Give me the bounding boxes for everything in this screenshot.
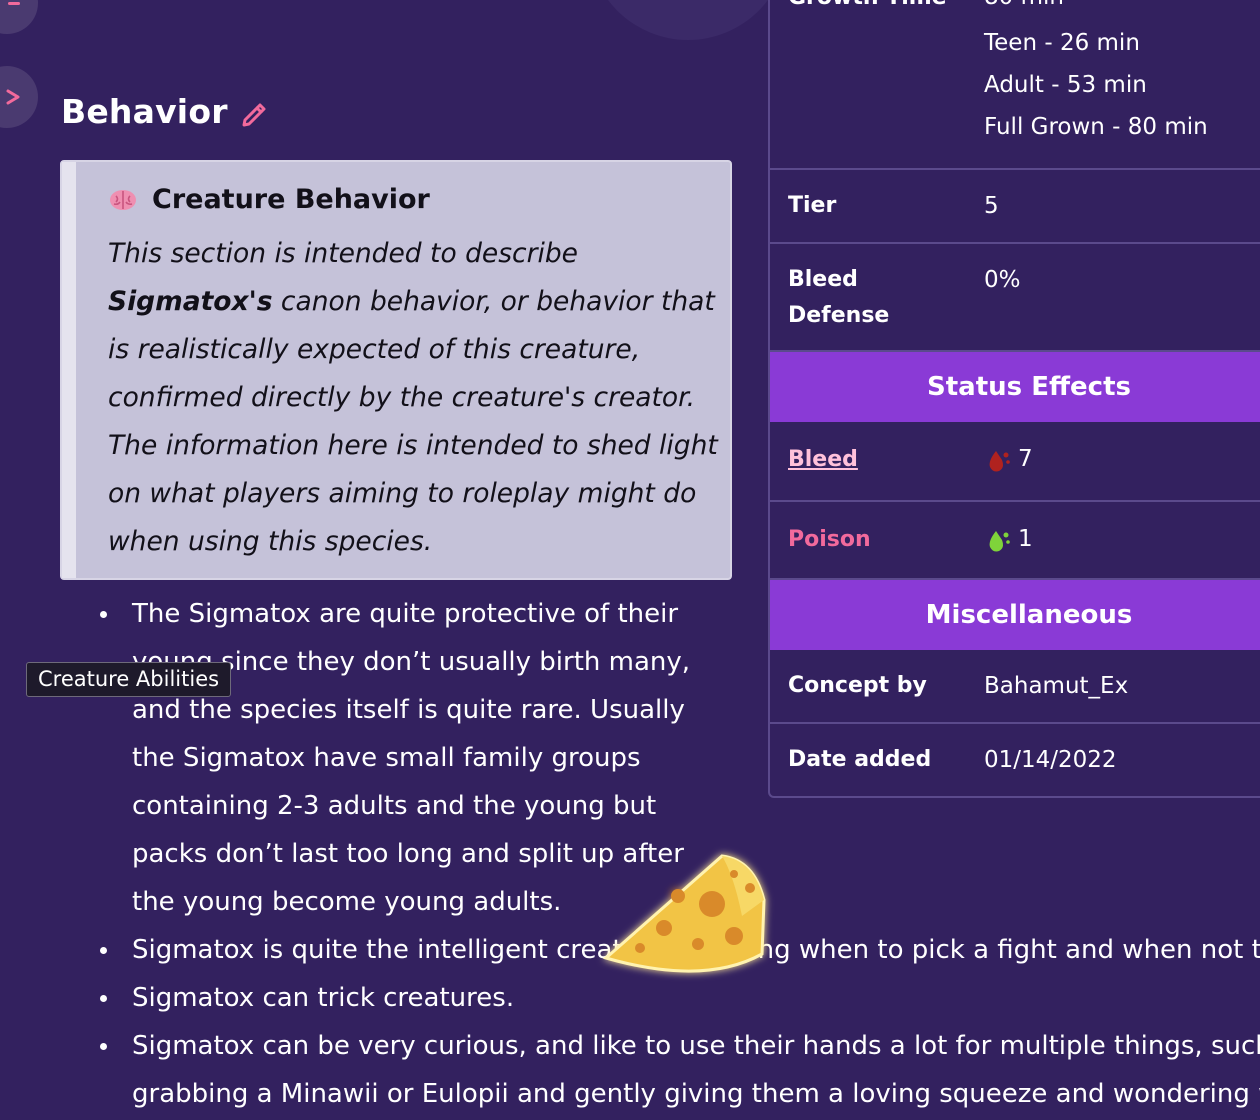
menu-icon [8,2,20,5]
status-effects-title: Status Effects [927,372,1131,402]
bleed-value: 7 [1018,446,1033,472]
infobox-row-poison: Poison 1 [770,502,1260,580]
page: Behavior Creature Behavior This section … [0,0,1260,1120]
growth-teen: Teen - 26 min [984,30,1140,56]
decorative-circle [588,0,788,40]
growth-value: 80 min [984,0,1064,18]
growth-label: Growth Time [788,0,947,16]
arrow-right-icon [6,89,20,105]
box-title: Creature Behavior [108,184,430,215]
creature-name: Sigmatox's [108,286,273,317]
concept-label: Concept by [788,673,927,698]
infobox-row-bleed-defense: Bleed Defense 0% [770,244,1260,352]
tooltip: Creature Abilities [26,662,232,697]
box-title-text: Creature Behavior [152,184,430,215]
pencil-edit-icon[interactable] [240,100,268,128]
growth-full: Full Grown - 80 min [984,114,1208,140]
box-text-intro: This section is intended to describe [108,238,578,269]
bleed-defense-value: 0% [984,267,1021,293]
infobox-row-bleed: Bleed 7 [770,422,1260,502]
bleed-defense-label: Bleed Defense [788,267,890,328]
tier-label: Tier [788,193,837,218]
poison-drop-icon [989,530,1010,551]
section-heading: Behavior [61,92,228,131]
side-menu-button[interactable] [0,0,38,34]
poison-label: Poison [788,527,871,552]
poison-value: 1 [1018,526,1033,552]
brain-icon [110,189,136,210]
box-description: This section is intended to describe Sig… [108,230,718,566]
infobox-row-concept: Concept by Bahamut_Ex [770,650,1260,724]
bleed-link[interactable]: Bleed [788,442,858,478]
miscellaneous-header[interactable]: Miscellaneous [770,580,1260,650]
infobox-row-growth: Growth Time 80 min Teen - 26 min Adult -… [770,0,1260,170]
growth-adult: Adult - 53 min [984,72,1147,98]
infobox-row-date: Date added 01/14/2022 [770,724,1260,796]
tier-value: 5 [984,193,999,219]
infobox: Growth Time 80 min Teen - 26 min Adult -… [768,0,1260,798]
concept-value: Bahamut_Ex [984,673,1129,699]
list-item: Sigmatox can be very curious, and like t… [96,1022,1260,1118]
date-label: Date added [788,747,932,772]
side-next-button[interactable] [0,66,38,128]
list-item-text: Sigmatox can be very curious, and like t… [132,1031,1260,1061]
miscellaneous-title: Miscellaneous [925,600,1133,630]
list-item-text-continued: grabbing a Minawii or Eulopii and gently… [132,1079,1260,1109]
status-effects-header[interactable]: Status Effects [770,352,1260,422]
bleed-value-wrap: 7 [984,438,1033,480]
list-item-text: Sigmatox can trick creatures. [132,983,515,1013]
infobox-row-tier: Tier 5 [770,170,1260,244]
box-text-rest: canon behavior, or behavior that is real… [108,286,718,557]
behavior-notice-box: Creature Behavior This section is intend… [60,160,732,580]
date-value: 01/14/2022 [984,747,1117,773]
cheese-icon [602,854,766,973]
box-left-bar [62,162,76,578]
poison-value-wrap: 1 [984,518,1033,560]
blood-drop-icon [989,450,1010,471]
